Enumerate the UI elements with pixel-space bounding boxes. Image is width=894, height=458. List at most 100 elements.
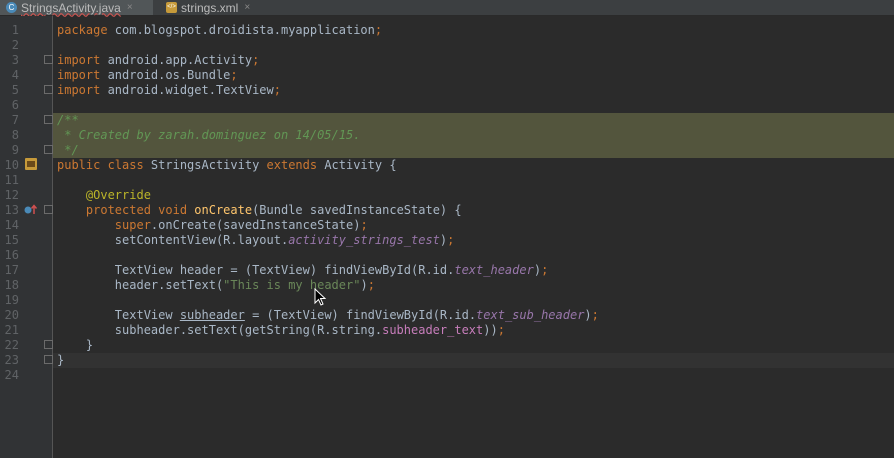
code-token: ) <box>584 308 592 322</box>
code-token: */ <box>57 143 79 157</box>
line-number: 1 <box>11 23 19 37</box>
code-token: text_header <box>454 263 534 277</box>
fold-marker-icon[interactable] <box>44 205 53 214</box>
line-number: 16 <box>4 248 19 262</box>
code-token: package <box>57 23 115 37</box>
code-line[interactable]: } <box>57 353 64 368</box>
code-line[interactable]: TextView header = (TextView) findViewByI… <box>57 263 549 278</box>
code-token: ; <box>497 323 505 337</box>
line-number: 4 <box>11 68 19 82</box>
close-icon[interactable]: × <box>244 2 250 13</box>
line-number: 9 <box>11 143 19 157</box>
code-token: TextView header = (TextView) findViewByI… <box>57 263 455 277</box>
android-activity-icon[interactable] <box>24 157 38 171</box>
code-line[interactable]: setContentView(R.layout.activity_strings… <box>57 233 455 248</box>
code-token: activity_strings_test <box>288 233 440 247</box>
code-line[interactable]: TextView subheader = (TextView) findView… <box>57 308 599 323</box>
code-token: import <box>57 53 108 67</box>
line-number: 5 <box>11 83 19 97</box>
fold-marker-icon[interactable] <box>44 145 53 154</box>
code-token: ; <box>374 23 383 37</box>
code-line[interactable]: import android.os.Bundle; <box>57 68 238 83</box>
code-line[interactable]: subheader.setText(getString(R.string.sub… <box>57 323 505 338</box>
line-number: 8 <box>11 128 19 142</box>
code-token: = (TextView) findViewById(R.id. <box>244 308 477 322</box>
code-line[interactable]: super.onCreate(savedInstanceState); <box>57 218 368 233</box>
code-token: ; <box>230 68 238 82</box>
code-token: super <box>114 218 151 232</box>
fold-marker-icon[interactable] <box>44 115 53 124</box>
code-token: ; <box>591 308 599 322</box>
code-token: import <box>57 83 108 97</box>
line-number: 10 <box>4 158 19 172</box>
code-token: ; <box>367 278 375 292</box>
code-token: ; <box>447 233 455 247</box>
code-token: protected void <box>85 203 195 217</box>
code-line[interactable]: package com.blogspot.droidista.myapplica… <box>57 23 382 38</box>
editor-tab-bar: C StringsActivity.java × </> strings.xml… <box>0 0 894 16</box>
fold-marker-icon[interactable] <box>44 340 53 349</box>
current-line-highlight <box>53 353 894 368</box>
code-token: public class <box>57 158 151 172</box>
code-token: ; <box>252 53 260 67</box>
code-token: StringsActivity <box>150 158 267 172</box>
override-method-icon[interactable] <box>24 203 38 215</box>
code-token: ; <box>360 218 368 232</box>
line-number: 7 <box>11 113 19 127</box>
code-line[interactable]: */ <box>57 143 79 158</box>
mouse-cursor-icon <box>314 288 327 306</box>
line-number: 6 <box>11 98 19 112</box>
fold-marker-icon[interactable] <box>44 355 53 364</box>
code-line[interactable]: } <box>57 338 93 353</box>
code-line[interactable]: @Override <box>57 188 151 203</box>
line-number: 15 <box>4 233 19 247</box>
code-token: ; <box>273 83 281 97</box>
code-token: } <box>57 338 94 352</box>
code-token: android.app.Activity <box>107 53 253 67</box>
line-number: 13 <box>4 203 19 217</box>
line-number: 18 <box>4 278 19 292</box>
code-token: .onCreate(savedInstanceState) <box>150 218 361 232</box>
code-token: * Created by zarah.dominguez on 14/05/15… <box>57 128 361 142</box>
tab-strings-activity-java[interactable]: C StringsActivity.java × <box>0 0 153 15</box>
java-class-icon: C <box>6 2 17 13</box>
doc-comment-highlight <box>53 113 894 128</box>
code-token: ) <box>533 263 542 277</box>
code-line[interactable]: import android.app.Activity; <box>57 53 259 68</box>
code-line[interactable]: import android.widget.TextView; <box>57 83 281 98</box>
code-token: onCreate <box>194 203 253 217</box>
code-token: subheader_text <box>382 323 484 337</box>
code-token: ; <box>541 263 549 277</box>
line-number: 14 <box>4 218 19 232</box>
code-line[interactable]: * Created by zarah.dominguez on 14/05/15… <box>57 128 360 143</box>
code-token: )) <box>483 323 498 337</box>
fold-marker-icon[interactable] <box>44 85 53 94</box>
line-number: 11 <box>4 173 19 187</box>
doc-comment-highlight <box>53 143 894 158</box>
tab-strings-xml[interactable]: </> strings.xml × <box>160 0 262 15</box>
code-line[interactable]: protected void onCreate(Bundle savedInst… <box>57 203 462 218</box>
line-number: 21 <box>4 323 19 337</box>
code-token: header.setText( <box>57 278 224 292</box>
tab-label: StringsActivity.java <box>21 0 121 15</box>
code-line[interactable]: public class StringsActivity extends Act… <box>57 158 397 173</box>
code-token: Activity { <box>324 158 397 172</box>
code-token: import <box>57 68 108 82</box>
line-number: 22 <box>4 338 19 352</box>
line-number: 2 <box>11 38 19 52</box>
code-token: subheader <box>179 308 245 322</box>
fold-marker-icon[interactable] <box>44 55 53 64</box>
xml-file-icon: </> <box>166 2 177 13</box>
line-number: 24 <box>4 368 19 382</box>
code-token: extends <box>266 158 325 172</box>
gutter-divider <box>52 16 53 458</box>
code-line[interactable]: /** <box>57 113 79 128</box>
code-token: /** <box>57 113 79 127</box>
line-number: 12 <box>4 188 19 202</box>
code-token: ) <box>360 278 368 292</box>
close-icon[interactable]: × <box>127 2 133 13</box>
code-token: setContentView(R.layout. <box>57 233 289 247</box>
